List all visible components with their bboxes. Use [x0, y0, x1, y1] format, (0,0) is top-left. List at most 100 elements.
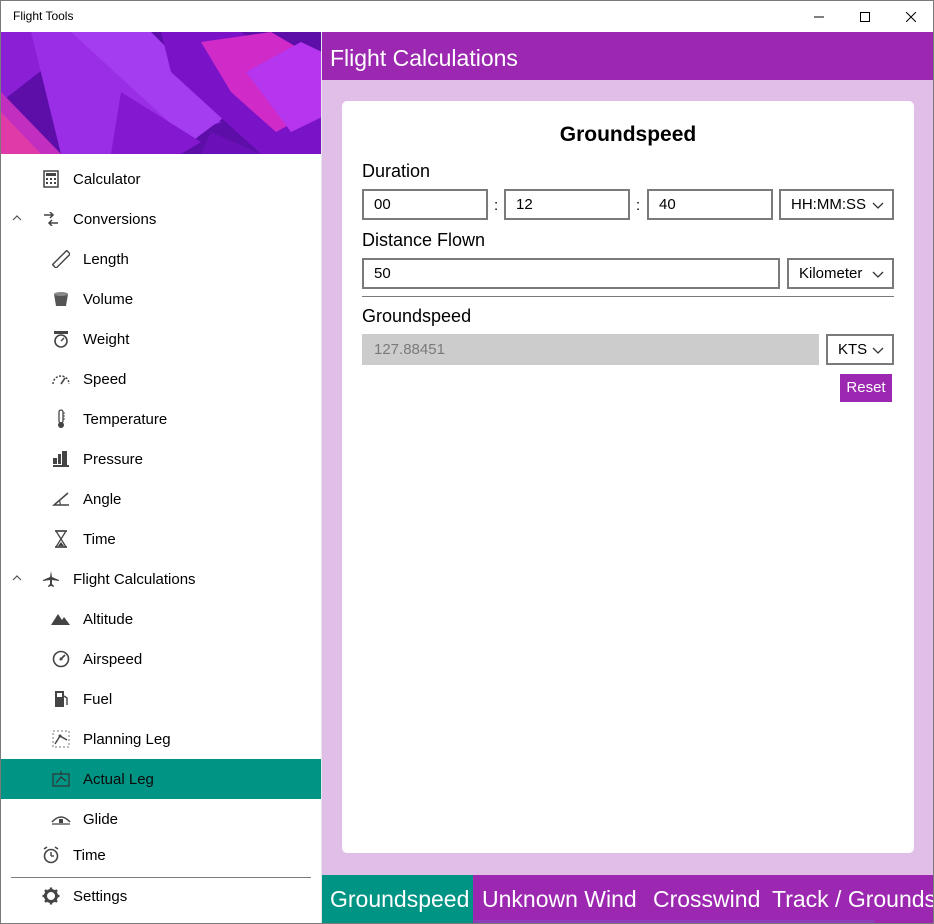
- window-title: Flight Tools: [13, 9, 74, 23]
- navigation-pane: Calculator Conversions Length Volume Wei…: [1, 32, 322, 923]
- nav-length-label: Length: [83, 250, 129, 268]
- speed-unit-select[interactable]: KTS: [826, 334, 894, 365]
- nav-speed-label: Speed: [83, 370, 127, 388]
- glide-icon: [51, 809, 71, 829]
- title-bar: Flight Tools: [1, 1, 933, 32]
- tab-crosswind[interactable]: Crosswind: [653, 875, 760, 923]
- nav-angle-label: Angle: [83, 490, 122, 508]
- seconds-input[interactable]: 40: [647, 189, 773, 220]
- chevron-down-icon: [872, 271, 884, 278]
- bottom-tab-bar: Groundspeed Unknown Wind Crosswind Track…: [322, 875, 933, 923]
- chevron-up-icon[interactable]: [10, 211, 24, 225]
- time-separator: :: [636, 197, 641, 214]
- nav-pressure[interactable]: Pressure: [1, 439, 321, 479]
- reset-button[interactable]: Reset: [840, 374, 892, 402]
- nav-actual-leg-label: Actual Leg: [83, 770, 154, 788]
- duration-label: Duration: [362, 161, 431, 181]
- nav-volume-label: Volume: [83, 290, 134, 308]
- nav-airspeed-label: Airspeed: [83, 650, 143, 668]
- nav-speed[interactable]: Speed: [1, 359, 321, 399]
- speed-unit-value: KTS: [838, 341, 868, 358]
- fuel-pump-icon: [51, 689, 71, 709]
- nav-settings-label: Settings: [73, 887, 128, 905]
- hourglass-icon: [51, 529, 71, 549]
- calculator-icon: [41, 169, 61, 189]
- section-divider: [362, 296, 894, 297]
- alarm-clock-icon: [41, 845, 61, 865]
- nav-glide[interactable]: Glide: [1, 799, 321, 839]
- duration-format-select[interactable]: HH:MM:SS: [779, 189, 894, 220]
- nav-conversions-label: Conversions: [73, 210, 157, 228]
- main-content: Flight Calculations Groundspeed Duration…: [322, 32, 933, 923]
- gauge-icon: [51, 649, 71, 669]
- nav-airspeed[interactable]: Airspeed: [1, 639, 321, 679]
- nav-planning-leg[interactable]: Planning Leg: [1, 719, 321, 759]
- airplane-icon: [41, 569, 61, 589]
- ruler-icon: [51, 249, 71, 269]
- nav-calculator[interactable]: Calculator: [1, 159, 321, 199]
- close-button[interactable]: [888, 1, 934, 32]
- nav-pressure-label: Pressure: [83, 450, 144, 468]
- duration-format-value: HH:MM:SS: [791, 196, 866, 213]
- nav-time-label: Time: [73, 846, 106, 864]
- nav-glide-label: Glide: [83, 810, 119, 828]
- nav-actual-leg[interactable]: Actual Leg: [1, 759, 321, 799]
- nav-planning-leg-label: Planning Leg: [83, 730, 171, 748]
- nav-length[interactable]: Length: [1, 239, 321, 279]
- volume-icon: [51, 289, 71, 309]
- nav-altitude[interactable]: Altitude: [1, 599, 321, 639]
- tab-groundspeed[interactable]: Groundspeed: [322, 875, 473, 923]
- nav-fuel-label: Fuel: [83, 690, 113, 708]
- card-title: Groundspeed: [559, 123, 697, 146]
- nav-time[interactable]: Time: [1, 835, 321, 875]
- close-icon: [906, 11, 916, 22]
- chevron-up-icon[interactable]: [10, 571, 24, 585]
- nav-angle[interactable]: Angle: [1, 479, 321, 519]
- nav-time-conversion-label: Time: [83, 530, 116, 548]
- tab-track-groundspeed[interactable]: Track / Groundspeed: [772, 875, 933, 923]
- chevron-down-icon: [872, 202, 884, 209]
- distance-unit-value: Kilometer: [799, 265, 863, 282]
- pressure-icon: [51, 449, 71, 469]
- nav-weight[interactable]: Weight: [1, 319, 321, 359]
- app-window: Flight Tools Calculator Conversions Leng…: [0, 0, 934, 924]
- nav-time-conversion[interactable]: Time: [1, 519, 321, 559]
- nav-temperature-label: Temperature: [83, 410, 168, 428]
- minutes-input[interactable]: 12: [504, 189, 630, 220]
- tab-unknown-wind[interactable]: Unknown Wind: [482, 875, 637, 923]
- nav-calculator-label: Calculator: [73, 170, 141, 188]
- distance-input[interactable]: 50: [362, 258, 780, 289]
- page-title: Flight Calculations: [322, 32, 933, 80]
- gear-icon: [41, 886, 61, 906]
- chevron-down-icon: [872, 347, 884, 354]
- groundspeed-card: Groundspeed Duration 00 : 12 : 40 HH:MM:…: [342, 101, 914, 853]
- thermometer-icon: [51, 409, 71, 429]
- angle-icon: [51, 489, 71, 509]
- nav-altitude-label: Altitude: [83, 610, 134, 628]
- nav-flight-calculations-label: Flight Calculations: [73, 570, 196, 588]
- nav-settings[interactable]: Settings: [1, 876, 321, 916]
- maximize-button[interactable]: [842, 1, 888, 32]
- nav-conversions[interactable]: Conversions: [1, 199, 321, 239]
- groundspeed-result: 127.88451: [362, 334, 819, 365]
- nav-flight-calculations[interactable]: Flight Calculations: [1, 559, 321, 599]
- mountain-icon: [51, 609, 71, 629]
- maximize-icon: [860, 11, 870, 22]
- planning-leg-icon: [51, 729, 71, 749]
- result-label: Groundspeed: [362, 306, 472, 326]
- minimize-button[interactable]: [796, 1, 842, 32]
- nav-weight-label: Weight: [83, 330, 130, 348]
- nav-fuel[interactable]: Fuel: [1, 679, 321, 719]
- nav-temperature[interactable]: Temperature: [1, 399, 321, 439]
- speedometer-icon: [51, 369, 71, 389]
- tab-scroll-indicator: [474, 920, 874, 923]
- minimize-icon: [814, 16, 824, 17]
- banner-image: [1, 32, 321, 154]
- hours-input[interactable]: 00: [362, 189, 488, 220]
- conversions-icon: [41, 209, 61, 229]
- nav-volume[interactable]: Volume: [1, 279, 321, 319]
- distance-label: Distance Flown: [362, 230, 486, 250]
- time-separator: :: [494, 197, 499, 214]
- distance-unit-select[interactable]: Kilometer: [787, 258, 894, 289]
- actual-leg-icon: [51, 769, 71, 789]
